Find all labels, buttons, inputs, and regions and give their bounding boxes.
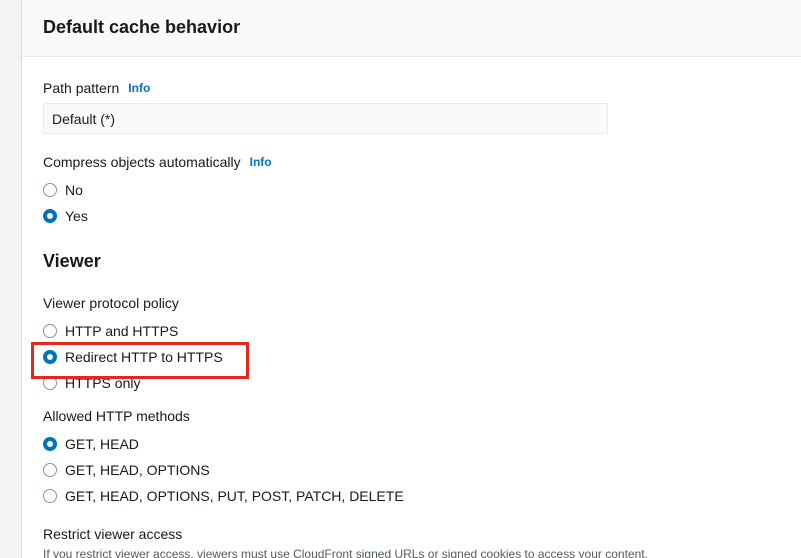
methods-option-get-head[interactable]: GET, HEAD [43, 431, 801, 457]
protocol-option-redirect-label: Redirect HTTP to HTTPS [65, 349, 223, 365]
restrict-access-helper: If you restrict viewer access, viewers m… [43, 547, 648, 558]
protocol-option-https-only-label: HTTPS only [65, 375, 141, 391]
methods-option-all[interactable]: GET, HEAD, OPTIONS, PUT, POST, PATCH, DE… [43, 483, 801, 509]
radio-button[interactable] [43, 489, 57, 503]
methods-option-get-head-label: GET, HEAD [65, 436, 139, 452]
radio-button-selected[interactable] [43, 350, 57, 364]
protocol-option-http-and-https-label: HTTP and HTTPS [65, 323, 179, 339]
methods-option-get-head-options-label: GET, HEAD, OPTIONS [65, 462, 210, 478]
compress-option-yes-label: Yes [65, 208, 88, 224]
radio-button[interactable] [43, 463, 57, 477]
compress-option-no-label: No [65, 182, 83, 198]
methods-option-all-label: GET, HEAD, OPTIONS, PUT, POST, PATCH, DE… [65, 488, 404, 504]
compress-label-row: Compress objects automatically Info [43, 154, 801, 170]
cache-behavior-panel: Default cache behavior Path pattern Info… [22, 0, 801, 558]
restrict-access-label: Restrict viewer access [43, 526, 183, 542]
path-pattern-input[interactable] [43, 103, 608, 134]
compress-option-yes[interactable]: Yes [43, 203, 801, 229]
compress-label: Compress objects automatically [43, 154, 241, 170]
radio-button[interactable] [43, 376, 57, 390]
protocol-policy-label-row: Viewer protocol policy [43, 295, 801, 311]
radio-button[interactable] [43, 324, 57, 338]
protocol-option-redirect[interactable]: Redirect HTTP to HTTPS [43, 344, 801, 370]
path-pattern-label-row: Path pattern Info [43, 80, 801, 96]
path-pattern-info-link[interactable]: Info [128, 81, 150, 95]
compress-info-link[interactable]: Info [250, 155, 272, 169]
allowed-methods-label-row: Allowed HTTP methods [43, 408, 801, 424]
panel-title: Default cache behavior [43, 17, 241, 37]
left-gutter [0, 0, 22, 558]
protocol-policy-label: Viewer protocol policy [43, 295, 179, 311]
protocol-policy-radio-group: HTTP and HTTPS Redirect HTTP to HTTPS HT… [43, 318, 801, 396]
radio-button[interactable] [43, 183, 57, 197]
viewer-section-title: Viewer [43, 251, 101, 271]
panel-header: Default cache behavior [22, 0, 801, 57]
path-pattern-label: Path pattern [43, 80, 120, 96]
radio-button-selected[interactable] [43, 209, 57, 223]
methods-option-get-head-options[interactable]: GET, HEAD, OPTIONS [43, 457, 801, 483]
radio-button-selected[interactable] [43, 437, 57, 451]
allowed-methods-radio-group: GET, HEAD GET, HEAD, OPTIONS GET, HEAD, … [43, 431, 801, 509]
compress-option-no[interactable]: No [43, 177, 801, 203]
protocol-option-http-and-https[interactable]: HTTP and HTTPS [43, 318, 801, 344]
panel-content: Path pattern Info Compress objects autom… [22, 80, 801, 558]
protocol-option-https-only[interactable]: HTTPS only [43, 370, 801, 396]
allowed-methods-label: Allowed HTTP methods [43, 408, 190, 424]
restrict-access-label-row: Restrict viewer access [43, 526, 801, 542]
compress-radio-group: No Yes [43, 177, 801, 229]
